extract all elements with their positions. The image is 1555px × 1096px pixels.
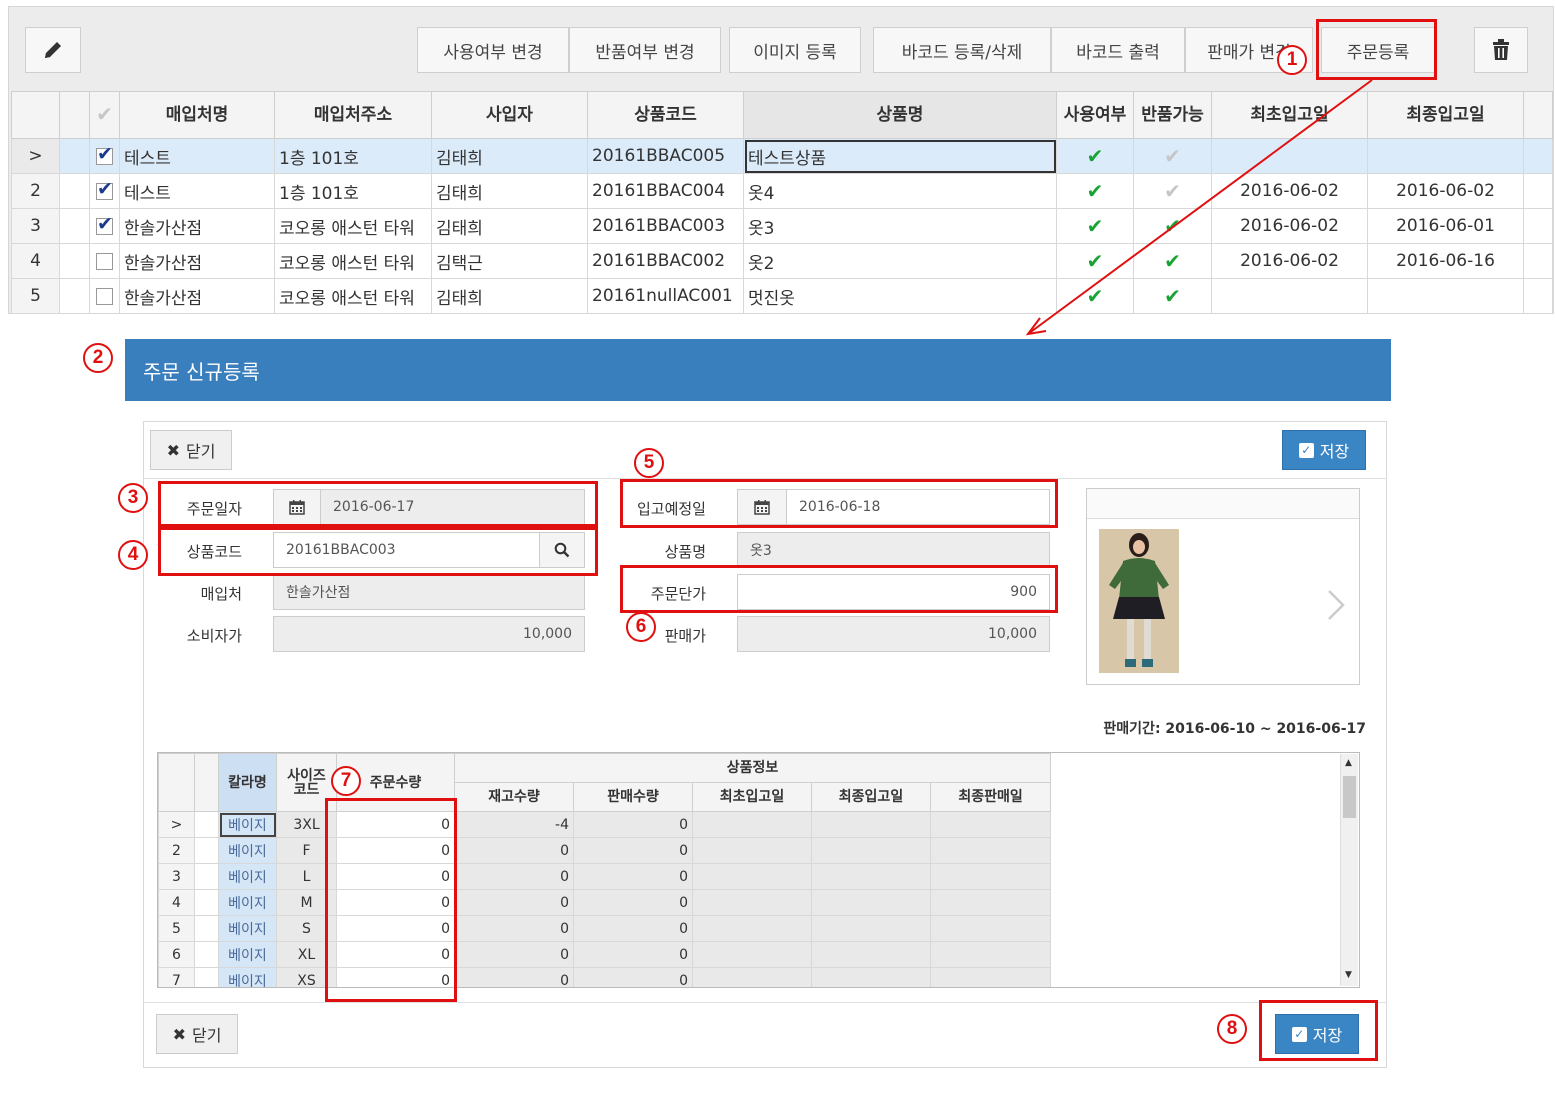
marker-6: 6 (626, 612, 656, 642)
annotation-arrow (1025, 79, 1373, 336)
marker-4: 4 (118, 540, 148, 570)
marker-5: 5 (634, 448, 664, 478)
marker-2: 2 (83, 343, 113, 373)
marker-3: 3 (118, 483, 148, 513)
marker-8: 8 (1217, 1014, 1247, 1044)
marker-1: 1 (1277, 45, 1307, 75)
marker-7: 7 (331, 766, 361, 796)
